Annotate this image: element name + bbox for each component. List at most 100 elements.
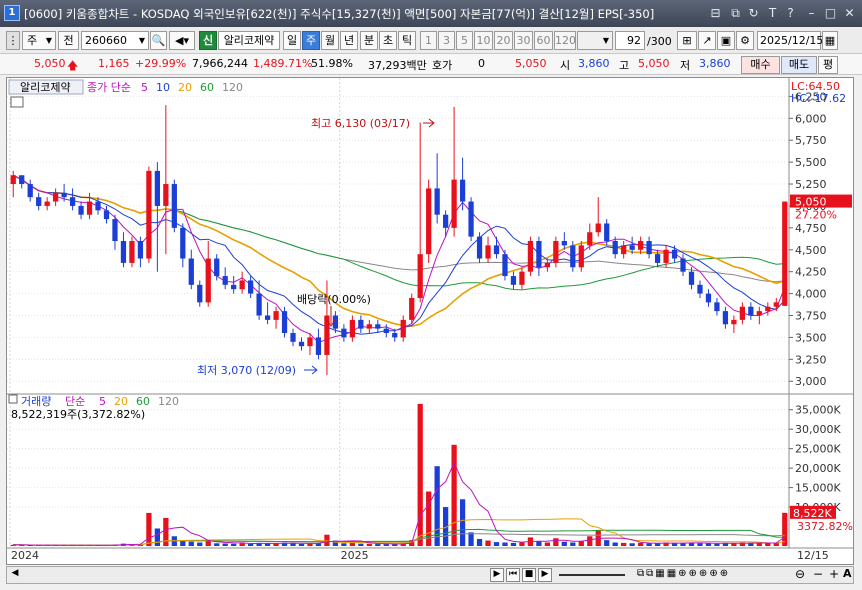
chart-toolbar: ⋮ 주 ▼ 전 260660 ▼ 🔍 ◀▾ 신 알리코제약 일 주 월 년 분 초 … bbox=[0, 27, 862, 54]
date-input[interactable]: 2025/12/15 bbox=[757, 31, 823, 50]
hc-label: HC:-17.62 bbox=[791, 92, 846, 105]
candle-body bbox=[434, 188, 440, 215]
candle-body bbox=[53, 192, 59, 202]
candle-body bbox=[714, 302, 720, 312]
count-input[interactable]: 92 bbox=[615, 31, 645, 50]
interval-3[interactable]: 3 bbox=[438, 31, 455, 50]
evaluate-button[interactable]: 평 bbox=[818, 56, 838, 74]
grid-table-icon[interactable] bbox=[10, 96, 24, 108]
candle-body bbox=[358, 319, 364, 329]
help-icon[interactable]: ? bbox=[782, 5, 799, 22]
period-monthly[interactable]: 월 bbox=[321, 31, 339, 50]
sell-button[interactable]: 매도 bbox=[781, 56, 817, 74]
trend-icon[interactable]: ↗ bbox=[698, 31, 716, 50]
maximize-button[interactable]: □ bbox=[822, 5, 839, 22]
volume-bar bbox=[519, 542, 525, 546]
interval-20[interactable]: 20 bbox=[494, 31, 513, 50]
plus-button[interactable]: + bbox=[829, 567, 839, 581]
scroll-right-button[interactable]: ▶ bbox=[490, 568, 504, 582]
volume-bar bbox=[358, 543, 364, 546]
market-select[interactable]: 주 ▼ bbox=[22, 31, 56, 50]
period-yearly[interactable]: 년 bbox=[340, 31, 358, 50]
crosshair-icon[interactable]: ⊞ bbox=[677, 31, 697, 50]
volume-legend-5: 5 bbox=[99, 395, 106, 408]
ma-legend-10: 10 bbox=[156, 81, 170, 94]
calendar-icon[interactable]: ▦ bbox=[822, 31, 838, 50]
interval-select[interactable]: ▼ bbox=[577, 31, 613, 50]
minimize-button[interactable]: – bbox=[803, 5, 820, 22]
candle-body bbox=[349, 319, 355, 338]
volume-panel-label: 거래량 bbox=[21, 395, 51, 408]
volume-panel-toggle-icon[interactable] bbox=[8, 394, 18, 404]
up-arrow-icon: 🡅 bbox=[67, 59, 79, 72]
lock-icon[interactable]: ⊟ bbox=[707, 5, 724, 22]
price-tick-label: 4,000 bbox=[795, 288, 827, 301]
zoom-slider[interactable] bbox=[559, 574, 625, 576]
candle-body bbox=[493, 245, 500, 255]
interval-10[interactable]: 10 bbox=[474, 31, 493, 50]
refresh-icon[interactable]: ↻ bbox=[745, 5, 762, 22]
rewind-button[interactable]: ⏮ bbox=[506, 568, 520, 582]
candle-body bbox=[519, 271, 525, 285]
volume-legend-20: 20 bbox=[114, 395, 128, 408]
volume-bar bbox=[476, 538, 483, 546]
interval-120[interactable]: 120 bbox=[554, 31, 576, 50]
chart-scrollbar[interactable]: ◀ ▶ ⏮ ■ ▶ ⧉⧉▦▦⊕⊕⊕⊕⊕ ⊖ − + A bbox=[6, 566, 854, 584]
quote-bar: 5,050 🡅 1,165 +29.99% 7,966,244 1,489.71… bbox=[0, 54, 862, 75]
panel-stock-name: 알리코제약 bbox=[20, 80, 71, 94]
volume-bar bbox=[459, 499, 466, 546]
zoom-out-button[interactable]: ⊖ bbox=[795, 567, 805, 581]
volume-value: 7,966,244 bbox=[192, 57, 248, 70]
current-price-tag-text: 5,050 bbox=[795, 196, 827, 209]
period-daily[interactable]: 일 bbox=[283, 31, 301, 50]
volume-bar bbox=[705, 543, 712, 546]
stock-code-input[interactable]: 260660 ▼ bbox=[81, 31, 149, 50]
volume-bar bbox=[298, 543, 305, 546]
volume-bar bbox=[654, 543, 661, 546]
scroll-left-button[interactable]: ◀ bbox=[8, 568, 22, 582]
interval-1[interactable]: 1 bbox=[420, 31, 437, 50]
minus-button[interactable]: − bbox=[813, 567, 823, 581]
volume-current-percent: 3372.82% bbox=[797, 520, 853, 533]
text-icon[interactable]: T bbox=[764, 5, 781, 22]
gear-icon[interactable]: ⚙ bbox=[736, 31, 754, 50]
volume-ma-5-line bbox=[13, 461, 786, 546]
candle-body bbox=[10, 175, 16, 185]
prefix-button[interactable]: 전 bbox=[58, 31, 79, 50]
interval-60[interactable]: 60 bbox=[534, 31, 553, 50]
period-tick[interactable]: 틱 bbox=[398, 31, 416, 50]
save-icon[interactable]: ▣ bbox=[717, 31, 735, 50]
candle-body bbox=[502, 254, 508, 277]
play-button[interactable]: ▶ bbox=[538, 568, 552, 582]
speaker-icon[interactable]: ◀▾ bbox=[169, 31, 195, 50]
buy-button[interactable]: 매수 bbox=[741, 56, 780, 74]
stop-button[interactable]: ■ bbox=[522, 568, 536, 582]
candle-body bbox=[671, 249, 678, 259]
low-annotation: 최저 3,070 (12/09) bbox=[197, 364, 296, 377]
auto-scale-button[interactable]: A bbox=[843, 567, 852, 580]
period-minute[interactable]: 분 bbox=[360, 31, 378, 50]
candle-body bbox=[103, 210, 110, 220]
grip-icon[interactable]: ⋮ bbox=[6, 31, 20, 50]
volume-tick-label: 35,000K bbox=[795, 404, 841, 417]
price-tick-label: 3,750 bbox=[795, 310, 827, 323]
period-second[interactable]: 초 bbox=[379, 31, 397, 50]
volume-bar bbox=[307, 543, 313, 546]
price-tick-label: 4,750 bbox=[795, 222, 827, 235]
chart-area[interactable]: 6,2506,0005,7505,5005,2505,0004,7504,500… bbox=[6, 77, 854, 565]
candle-body bbox=[604, 223, 610, 241]
layout-icons[interactable]: ⧉⧉▦▦⊕⊕⊕⊕⊕ bbox=[637, 568, 730, 579]
search-icon[interactable]: 🔍 bbox=[150, 31, 167, 50]
hoga-price: 5,050 bbox=[515, 57, 547, 70]
candle-body bbox=[188, 258, 194, 285]
link-icon[interactable]: ⧉ bbox=[727, 5, 744, 22]
volume-bar bbox=[561, 541, 567, 546]
window-number-badge: 1 bbox=[4, 5, 20, 21]
close-button[interactable]: ✕ bbox=[841, 5, 858, 22]
period-weekly[interactable]: 주 bbox=[302, 31, 320, 50]
ma-legend-120: 120 bbox=[222, 81, 243, 94]
interval-5[interactable]: 5 bbox=[456, 31, 473, 50]
candle-body bbox=[129, 241, 135, 263]
volume-bar bbox=[578, 541, 584, 546]
interval-30[interactable]: 30 bbox=[514, 31, 533, 50]
